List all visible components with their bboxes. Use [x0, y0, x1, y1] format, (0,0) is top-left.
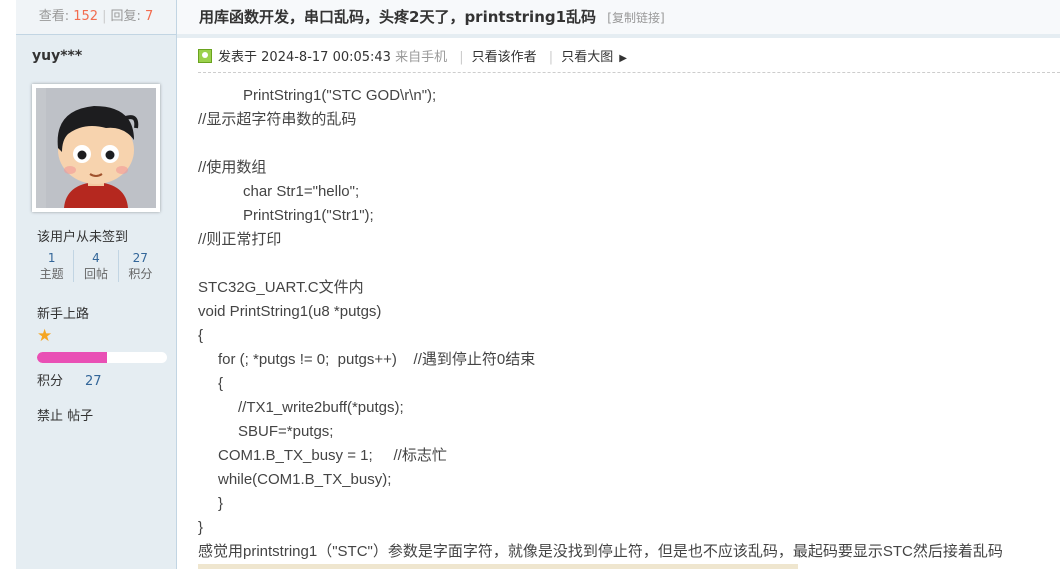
user-stat-value: 1 [47, 251, 56, 265]
user-stat-value: 4 [92, 251, 100, 265]
posted-prefix: 发表于 [218, 50, 258, 65]
user-stats: 1 主题 4 回帖 27 积分 [30, 250, 162, 282]
star-icon: ★ [37, 326, 53, 346]
user-stat-credits[interactable]: 27 积分 [117, 250, 162, 282]
user-stat-value: 27 [132, 251, 148, 265]
code-line: //使用数组 [198, 159, 267, 176]
user-stat-label: 主题 [39, 267, 64, 281]
views-label: 查看: [38, 9, 70, 24]
credit-progress-fill [37, 352, 108, 363]
code-line: //则正常打印 [198, 231, 282, 248]
code-line: //显示超字符串数的乱码 [198, 111, 357, 128]
stats-divider: | [102, 9, 107, 24]
code-line: while(COM1.B_TX_busy); [218, 471, 392, 488]
user-rank[interactable]: 新手上路 [37, 303, 89, 322]
code-line: { [198, 327, 204, 344]
only-large-images-link[interactable]: 只看大图 [561, 50, 613, 65]
views-count: 152 [73, 9, 99, 24]
replies-count: 7 [145, 9, 154, 24]
user-stat-label: 回帖 [83, 267, 108, 281]
signin-status: 该用户从未签到 [37, 230, 129, 245]
credit-progress-bar [37, 352, 167, 363]
author-username[interactable]: yuy*** [32, 48, 82, 64]
meta-divider: | [548, 50, 554, 65]
code-line: SBUF=*putgs; [238, 423, 334, 440]
credits-row: 积分 27 [37, 370, 102, 389]
author-sidebar: 查看: 152 | 回复: 7 yuy*** 该用户从未签到 1 主题 4 回帖… [16, 0, 177, 569]
code-line: for (; *putgs != 0; putgs++) //遇到停止符0结束 [218, 351, 536, 368]
posted-time: 2024-8-17 00:05:43 [261, 50, 391, 65]
code-line: //TX1_write2buff(*putgs); [238, 399, 404, 416]
only-author-link[interactable]: 只看该作者 [472, 50, 537, 65]
thread-title-bar: 用库函数开发，串口乱码，头疼2天了，printstring1乱码 [复制链接] [177, 0, 1060, 38]
user-stat-posts[interactable]: 4 回帖 [73, 250, 117, 282]
post-text-line: 感觉用printstring1（"STC"）参数是字面字符，就像是没找到停止符，… [198, 543, 1003, 560]
code-line: COM1.B_TX_busy = 1; //标志忙 [218, 447, 447, 464]
credits-label: 积分 [37, 374, 64, 389]
code-line: char Str1="hello"; [243, 183, 360, 200]
post-main: 用库函数开发，串口乱码，头疼2天了，printstring1乱码 [复制链接] … [177, 0, 1060, 569]
online-status-icon [198, 49, 212, 63]
avatar[interactable] [32, 84, 160, 212]
thread-stats: 查看: 152 | 回复: 7 [16, 0, 176, 35]
code-line: STC32G_UART.C文件内 [198, 279, 364, 296]
user-stat-label: 积分 [128, 267, 153, 281]
post-meta: 发表于 2024-8-17 00:05:43 来自手机 | 只看该作者 | 只看大图… [198, 48, 1060, 73]
code-line: } [218, 495, 224, 512]
meta-divider: | [459, 50, 464, 65]
post-content: PrintString1("STC GOD\r\n"); //显示超字符串数的乱… [198, 84, 1060, 564]
post-source: 来自手机 [395, 50, 448, 65]
copy-link-button[interactable]: [复制链接] [607, 11, 664, 25]
code-line: PrintString1("STC GOD\r\n"); [243, 87, 437, 104]
thread-title: 用库函数开发，串口乱码，头疼2天了，printstring1乱码 [199, 8, 597, 26]
user-status: 禁止 帖子 [37, 409, 94, 424]
caret-right-icon[interactable]: ▶ [619, 53, 627, 64]
attachment-strip [198, 564, 798, 569]
code-line: void PrintString1(u8 *putgs) [198, 303, 382, 320]
credits-value: 27 [85, 374, 102, 389]
code-line: } [198, 519, 204, 536]
user-stat-topics[interactable]: 1 主题 [30, 250, 73, 282]
code-line: { [218, 375, 224, 392]
replies-label: 回复: [110, 9, 141, 24]
left-gutter [0, 0, 16, 569]
code-line: PrintString1("Str1"); [243, 207, 374, 224]
avatar-image [36, 88, 156, 208]
